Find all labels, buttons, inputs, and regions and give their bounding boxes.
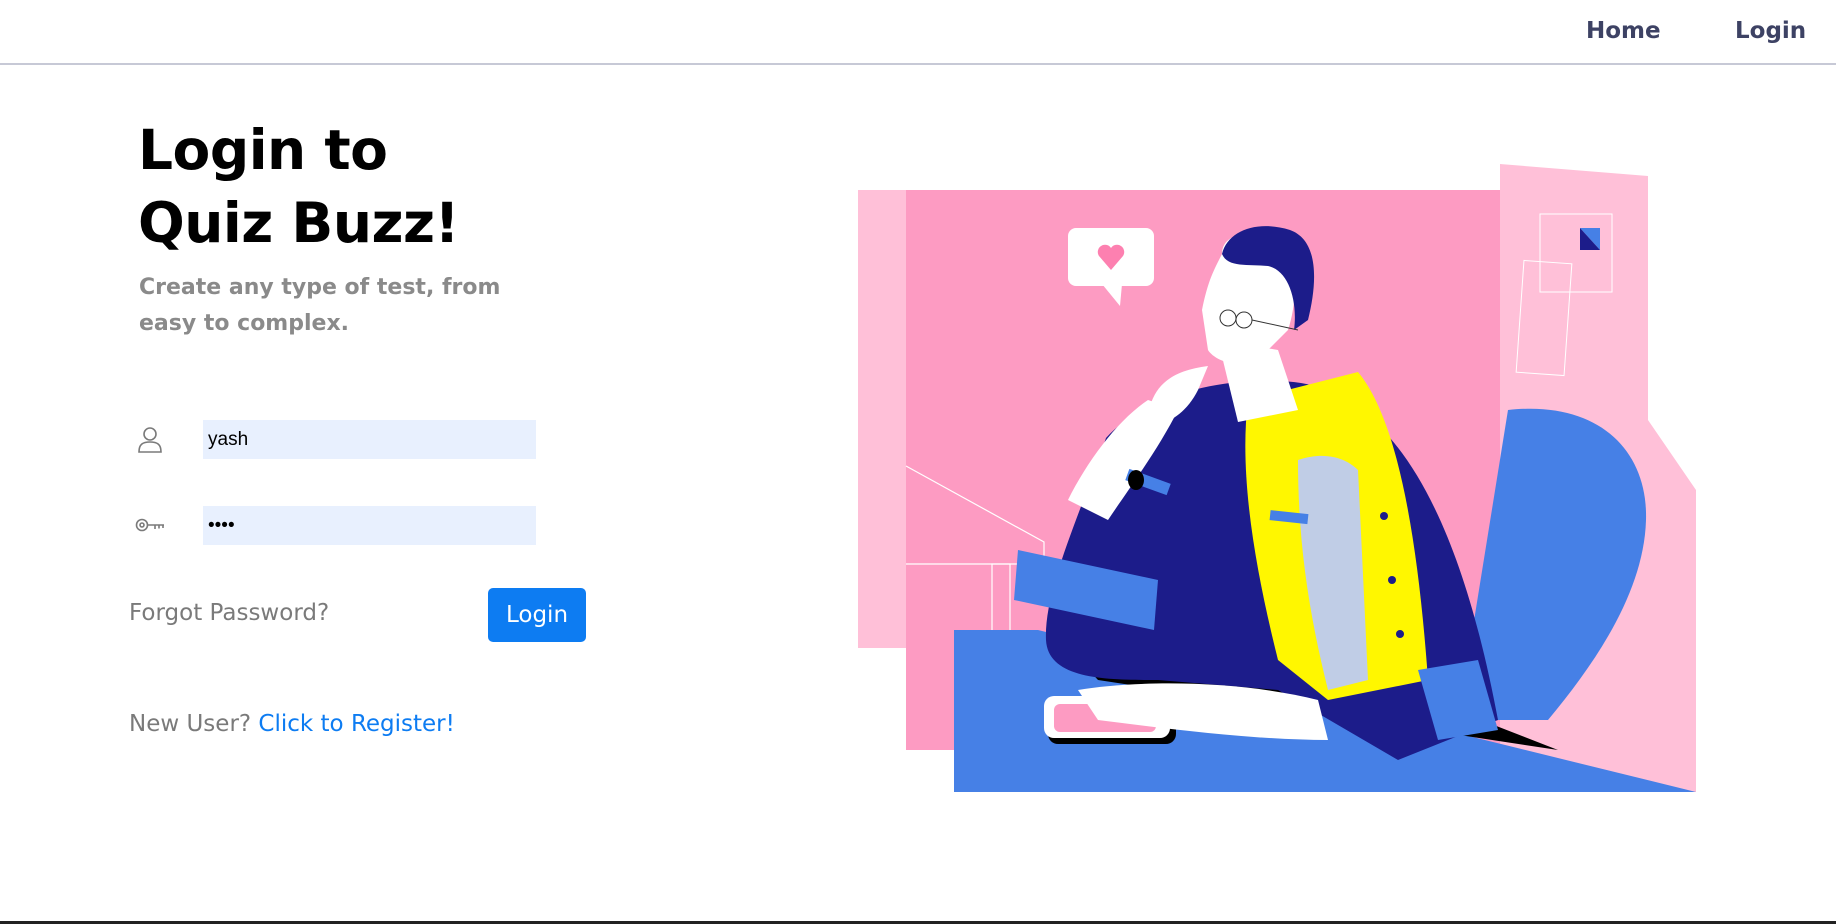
password-input[interactable]	[203, 506, 536, 545]
page-title: Login to Quiz Buzz!	[138, 114, 460, 260]
title-line-1: Login to	[138, 118, 388, 182]
login-button[interactable]: Login	[488, 588, 586, 642]
forgot-password-link[interactable]: Forgot Password?	[129, 600, 329, 626]
register-link[interactable]: Click to Register!	[258, 711, 454, 737]
page-subtitle: Create any type of test, from easy to co…	[139, 275, 501, 336]
title-line-2: Quiz Buzz!	[138, 191, 460, 255]
nav-home-link[interactable]: Home	[1586, 18, 1661, 44]
navbar: Home Login	[0, 0, 1836, 65]
new-user-label: New User?	[129, 711, 252, 737]
register-prompt: New User? Click to Register!	[129, 711, 455, 737]
username-input[interactable]	[203, 420, 536, 459]
key-icon	[134, 509, 166, 541]
user-icon	[134, 424, 166, 456]
hero-illustration	[858, 164, 1696, 792]
nav-login-link[interactable]: Login	[1735, 18, 1806, 44]
